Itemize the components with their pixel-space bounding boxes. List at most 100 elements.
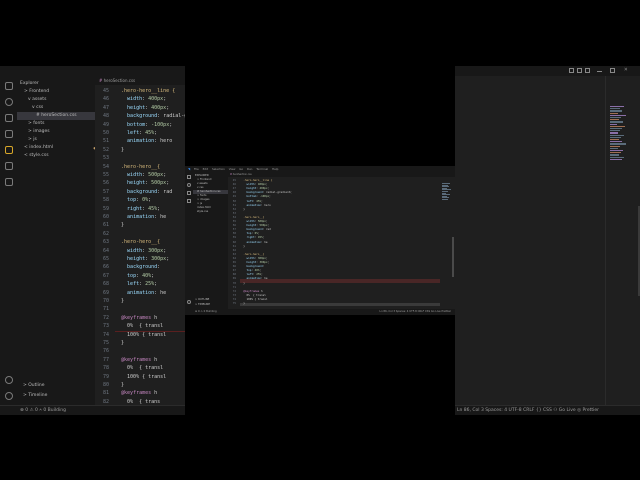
center-explorer-item[interactable]: style.css — [193, 210, 232, 214]
search-icon[interactable] — [5, 98, 13, 106]
explorer-item[interactable]: > js — [17, 136, 106, 144]
code-line: 77 @keyframes h — [95, 356, 185, 364]
extensions-icon[interactable] — [5, 146, 13, 154]
center-status-problems[interactable]: ⊗ 0 ⚠ 0 Building — [195, 310, 217, 313]
line-number: 57 — [102, 188, 109, 195]
center-menu-edit[interactable]: Edit — [203, 167, 208, 171]
code-line: 71 — [95, 305, 185, 313]
center-search-icon[interactable] — [187, 183, 191, 187]
explorer-item[interactable]: > fonts — [17, 120, 106, 128]
code-line: 79 100% { transl — [95, 373, 185, 381]
center-menu-selection[interactable]: Selection — [212, 167, 225, 171]
center-code-editor[interactable]: 45 .hero-hero__line {46 width: 400px; 47 … — [228, 177, 440, 309]
code-line: 61 } — [95, 221, 185, 229]
minimap-line — [610, 139, 619, 141]
tab-heroSection[interactable]: heroSection.css — [104, 78, 136, 83]
code-line: 56 height: 500px; — [95, 179, 185, 187]
code-line: 80 } — [95, 381, 185, 389]
minimap-line — [610, 152, 621, 154]
center-explorer-icon[interactable] — [187, 175, 191, 179]
explorer-icon[interactable] — [5, 82, 13, 90]
code-line: 66 background: — [95, 263, 185, 271]
sidebar-toggle-icon[interactable] — [585, 68, 590, 73]
code-line: 54 .hero-hero__{ — [95, 163, 185, 171]
code-line: 59 right: 45%; — [95, 205, 185, 213]
minimap-line — [610, 114, 626, 116]
line-code: @keyframes h — [121, 390, 158, 397]
run-debug-icon[interactable] — [5, 130, 13, 138]
close-icon[interactable]: × — [624, 67, 629, 73]
explorer-section-header[interactable]: > Timeline — [17, 392, 101, 400]
line-number: 55 — [102, 172, 109, 178]
explorer-item[interactable]: < style.css — [17, 152, 102, 160]
minimap-line — [610, 125, 625, 127]
center-menu-file[interactable]: File — [194, 167, 199, 171]
line-code: 0% { transl — [115, 365, 164, 372]
code-line: 67 top: 40%; — [95, 272, 185, 280]
code-line: 65 height: 300px; — [95, 255, 185, 263]
code-editor[interactable]: 45 .hero-hero__line {46 width: 400px; 47 … — [95, 85, 185, 413]
center-menu-view[interactable]: View — [229, 167, 236, 171]
css-file-icon: # — [99, 78, 103, 83]
layout-toggle-icon[interactable] — [569, 68, 574, 73]
line-code: animation: hero — [127, 138, 173, 145]
explorer-item[interactable]: v assets● — [17, 96, 106, 104]
explorer-section-header[interactable]: > Outline — [17, 382, 101, 390]
code-line: 48 background: radial-gradient( — [95, 112, 185, 120]
settings-gear-icon[interactable] — [5, 392, 13, 400]
account-icon[interactable] — [5, 376, 13, 384]
center-menu-help[interactable]: Help — [272, 167, 278, 171]
code-line: 46 width: 400px; — [95, 95, 185, 103]
center-status-cursor-info[interactable]: Ln 86, Col 3 Spaces: 4 UTF-8 CRLF CSS Go… — [380, 309, 451, 315]
explorer-item[interactable]: > Frontend — [17, 88, 102, 96]
center-tab-heroSection[interactable]: heroSection.css — [233, 173, 252, 176]
remote-icon[interactable] — [5, 162, 13, 170]
center-menu-terminal[interactable]: Terminal — [256, 167, 268, 171]
source-control-icon[interactable] — [5, 114, 13, 122]
center-account-icon[interactable] — [187, 300, 191, 304]
line-code: width: 500px; — [127, 172, 167, 178]
code-line: 58 top: 0%; — [95, 196, 185, 204]
line-code: height: 300px; — [127, 256, 170, 262]
minimap-line — [610, 136, 621, 138]
minimap-line — [610, 150, 623, 152]
code-line: 72 @keyframes h — [95, 314, 185, 322]
line-number: 68 — [102, 281, 109, 288]
center-minimap[interactable] — [440, 177, 455, 309]
status-cursor-info[interactable]: Ln 86, Col 3 Spaces: 4 UTF-8 CRLF {} CSS… — [457, 408, 599, 413]
line-code: top: 0%; — [127, 197, 152, 204]
minimap-line — [610, 156, 624, 158]
explorer-item[interactable]: Explorer — [17, 80, 98, 88]
code-line: 57 background: rad — [95, 188, 185, 196]
center-explorer-section-header[interactable]: > TIMELINE — [193, 303, 230, 307]
minimap[interactable] — [605, 76, 640, 405]
code-line: 50 left: 45%; — [95, 129, 185, 137]
center-extensions-icon[interactable] — [187, 199, 191, 203]
testing-icon[interactable] — [5, 178, 13, 186]
line-number: 62 — [102, 230, 109, 237]
status-problems[interactable]: ⊗ 0 ⚠ 0 ⑃ 0 Building — [20, 408, 66, 413]
line-code: .hero-hero__{ — [115, 163, 161, 170]
code-editor-overflow — [455, 76, 605, 405]
line-number: 60 — [102, 214, 109, 220]
status-bar: ⊗ 0 ⚠ 0 ⑃ 0 Building — [0, 405, 185, 415]
center-minimap-line — [442, 199, 448, 200]
line-code: width: 300px; — [127, 247, 167, 254]
code-line: 69 animation: he — [95, 289, 185, 297]
code-line: 64 width: 300px; — [95, 247, 185, 255]
center-scrollbar-thumb[interactable] — [452, 237, 454, 277]
line-number: 71 — [102, 306, 109, 313]
code-line: 81 @keyframes h — [95, 389, 185, 397]
center-menu-go[interactable]: Go — [239, 167, 243, 171]
center-menu-run[interactable]: Run — [247, 167, 252, 171]
line-number: 54 — [102, 163, 109, 170]
panel-toggle-icon[interactable] — [577, 68, 582, 73]
center-source-control-icon[interactable] — [187, 191, 191, 195]
explorer-item[interactable]: > images — [17, 128, 106, 136]
center-explorer-section-header[interactable]: > OUTLINE — [193, 298, 230, 302]
center-css-file-icon: # — [230, 173, 233, 176]
explorer-item[interactable]: < index.html● — [17, 144, 102, 152]
minimap-line — [610, 112, 618, 114]
code-line: 55 width: 500px; — [95, 171, 185, 179]
maximize-icon[interactable] — [610, 68, 615, 73]
